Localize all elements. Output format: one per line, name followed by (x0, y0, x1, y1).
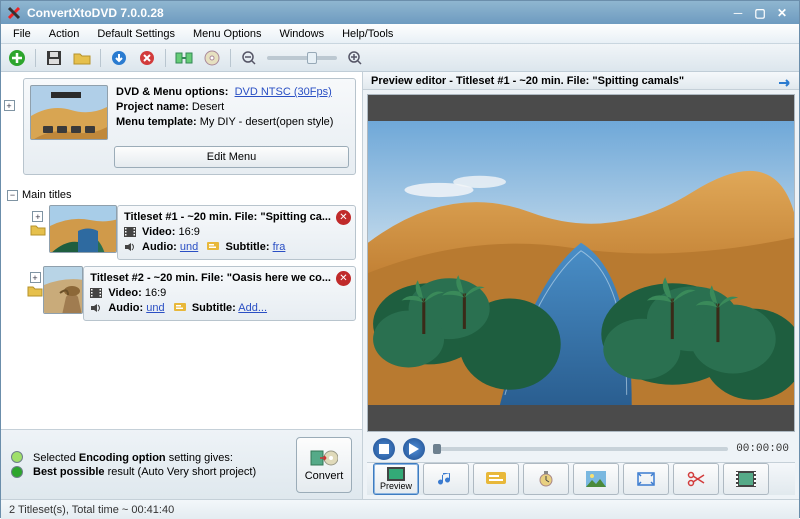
zoom-out-icon[interactable] (239, 48, 259, 68)
tab-chapters[interactable] (523, 463, 569, 495)
menu-help-tools[interactable]: Help/Tools (334, 26, 401, 42)
film-icon (90, 288, 102, 298)
add-button[interactable] (7, 48, 27, 68)
menubar: File Action Default Settings Menu Option… (1, 24, 799, 44)
expand-icon (637, 472, 655, 486)
titleset-card[interactable]: ✕ Titleset #1 - ~20 min. File: "Spitting… (117, 205, 356, 260)
playback-controls: 00:00:00 (367, 438, 795, 460)
remove-titleset-button[interactable]: ✕ (336, 210, 351, 225)
tab-subtitles[interactable] (473, 463, 519, 495)
menu-menu-options[interactable]: Menu Options (185, 26, 269, 42)
dvd-options-card: DVD & Menu options: DVD NTSC (30Fps) Pro… (23, 78, 356, 175)
subtitle-icon (207, 242, 219, 252)
status-bar: 2 Titleset(s), Total time ~ 00:41:40 (1, 499, 799, 519)
preview-tab-icon (387, 467, 405, 481)
close-button[interactable]: ✕ (771, 5, 793, 21)
tree-toggle-titleset[interactable]: + (32, 211, 43, 222)
maximize-button[interactable]: ▢ (749, 5, 771, 21)
save-button[interactable] (44, 48, 64, 68)
encoding-summary: Selected Encoding option setting gives: … (1, 429, 362, 499)
titleset-title: Titleset #1 - ~20 min. File: "Spitting c… (124, 210, 349, 225)
merge-button[interactable] (174, 48, 194, 68)
speaker-icon (124, 242, 136, 252)
tab-preview[interactable]: Preview (373, 463, 419, 495)
menu-default-settings[interactable]: Default Settings (89, 26, 183, 42)
menu-template: My DIY - desert(open style) (200, 116, 334, 128)
convert-button[interactable]: Convert (296, 437, 352, 493)
zoom-in-icon[interactable] (345, 48, 365, 68)
audio-link[interactable]: und (146, 302, 164, 314)
seek-slider[interactable] (433, 447, 728, 451)
zoom-slider[interactable] (267, 56, 337, 60)
play-button[interactable] (403, 438, 425, 460)
menu-windows[interactable]: Windows (271, 26, 332, 42)
folder-icon (30, 224, 46, 236)
down-button[interactable] (109, 48, 129, 68)
tree-toggle-titleset[interactable]: + (30, 272, 41, 283)
titleset-row: + ✕ Titleset #1 - (27, 205, 356, 260)
subtitle-link[interactable]: fra (273, 241, 286, 253)
tree-toggle-main-titles[interactable]: − (7, 190, 18, 201)
main-titles-label: Main titles (22, 189, 72, 201)
quality-indicator (11, 451, 23, 478)
remove-titleset-button[interactable]: ✕ (336, 271, 351, 286)
open-button[interactable] (72, 48, 92, 68)
playback-time: 00:00:00 (736, 443, 789, 455)
titleset-thumbnail[interactable] (49, 205, 117, 253)
window-title: ConvertXtoDVD 7.0.0.28 (27, 6, 164, 20)
menu-thumbnail (30, 85, 108, 140)
tab-audio[interactable] (423, 463, 469, 495)
dvd-options-link[interactable]: DVD NTSC (30Fps) (235, 86, 332, 98)
subtitle-add-link[interactable]: Add... (238, 302, 267, 314)
toolbar (1, 44, 799, 72)
tab-extras[interactable] (723, 463, 769, 495)
burn-button[interactable] (202, 48, 222, 68)
stopwatch-icon (537, 470, 555, 488)
menu-file[interactable]: File (5, 26, 39, 42)
preview-header: Preview editor - Titleset #1 - ~20 min. … (363, 72, 799, 90)
minimize-button[interactable]: ─ (727, 5, 749, 21)
filmstrip-icon (736, 471, 756, 487)
status-text: 2 Titleset(s), Total time ~ 00:41:40 (9, 504, 174, 516)
tab-output[interactable] (623, 463, 669, 495)
titleset-title: Titleset #2 - ~20 min. File: "Oasis here… (90, 271, 349, 286)
menu-action[interactable]: Action (41, 26, 88, 42)
app-icon (7, 6, 21, 20)
film-icon (124, 227, 136, 237)
titleset-card[interactable]: ✕ Titleset #2 - ~20 min. File: "Oasis he… (83, 266, 356, 321)
menu-template-label: Menu template: (116, 116, 197, 128)
speaker-icon (90, 303, 102, 313)
tab-cut[interactable] (673, 463, 719, 495)
picture-icon (586, 471, 606, 487)
subtitle-icon (174, 303, 186, 313)
titleset-row: + ✕ Titleset #2 - (27, 266, 356, 321)
titleset-thumbnail[interactable] (43, 266, 83, 314)
tree-toggle-root[interactable]: + (4, 100, 15, 111)
project-name: Desert (192, 101, 224, 113)
detach-preview-button[interactable] (777, 76, 793, 90)
audio-link[interactable]: und (180, 241, 198, 253)
tab-image-settings[interactable] (573, 463, 619, 495)
stop-button[interactable] (373, 438, 395, 460)
scissors-icon (686, 471, 706, 487)
convert-icon (310, 448, 338, 468)
left-panel: + (1, 72, 363, 499)
folder-icon (27, 285, 43, 297)
edit-menu-button[interactable]: Edit Menu (114, 146, 349, 168)
preview-frame (368, 121, 794, 405)
dvd-options-label: DVD & Menu options: (116, 86, 228, 98)
preview-viewport[interactable] (367, 94, 795, 432)
right-panel: Preview editor - Titleset #1 - ~20 min. … (363, 72, 799, 499)
music-note-icon (437, 470, 455, 488)
delete-button[interactable] (137, 48, 157, 68)
preview-tabs: Preview (367, 462, 795, 495)
window-titlebar: ConvertXtoDVD 7.0.0.28 ─ ▢ ✕ (1, 1, 799, 24)
project-name-label: Project name: (116, 101, 189, 113)
subtitle-tab-icon (486, 472, 506, 486)
